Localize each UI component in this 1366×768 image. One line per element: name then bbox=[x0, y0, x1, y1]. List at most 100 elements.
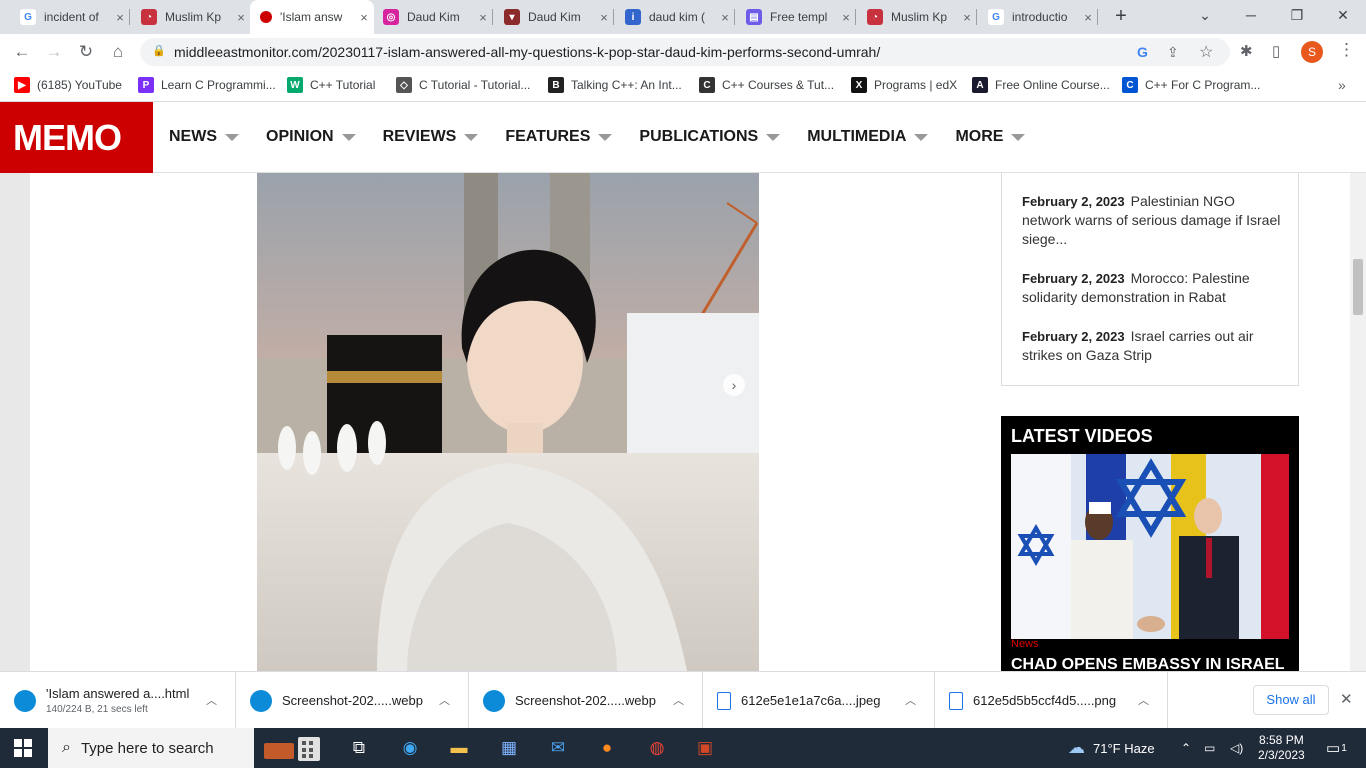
notifications-icon[interactable]: ▭ 1 bbox=[1326, 728, 1347, 768]
menu-icon[interactable]: ⋮ bbox=[1338, 40, 1355, 60]
news-item[interactable]: February 2, 2023 Israel carries out air s… bbox=[1022, 327, 1282, 365]
chevron-up-icon[interactable]: ︿ bbox=[206, 692, 217, 708]
chrome-taskbar-icon[interactable]: ◍ bbox=[644, 735, 670, 761]
back-button[interactable]: ← bbox=[10, 40, 34, 64]
video-thumbnail[interactable] bbox=[1011, 454, 1289, 639]
bookmark-item[interactable]: X Programs | edX bbox=[851, 77, 957, 93]
bookmark-item[interactable]: P Learn C Programmi... bbox=[138, 77, 276, 93]
nav-label[interactable]: MORE bbox=[955, 128, 1003, 146]
news-item[interactable]: February 2, 2023 Palestinian NGO network … bbox=[1022, 192, 1282, 249]
more-bookmarks-icon[interactable]: » bbox=[1338, 77, 1346, 93]
mail-icon[interactable]: ✉ bbox=[545, 735, 571, 761]
download-item[interactable]: 'Islam answered a....html 140/224 B, 21 s… bbox=[0, 672, 236, 729]
tab-4[interactable]: ◎ Daud Kim × bbox=[373, 0, 493, 34]
chevron-up-icon[interactable]: ︿ bbox=[673, 692, 684, 708]
close-tab-icon[interactable]: × bbox=[715, 10, 735, 25]
windows-start-icon[interactable] bbox=[14, 739, 32, 757]
nav-label[interactable]: FEATURES bbox=[505, 128, 590, 146]
new-tab-button[interactable]: + bbox=[1110, 5, 1132, 27]
profile-avatar[interactable]: S bbox=[1301, 41, 1323, 63]
close-downloads-button[interactable]: ✕ bbox=[1340, 690, 1353, 708]
chevron-up-icon[interactable]: ︿ bbox=[905, 692, 916, 708]
close-tab-icon[interactable]: × bbox=[1078, 10, 1098, 25]
edge-taskbar-icon[interactable]: ◉ bbox=[397, 735, 423, 761]
store-icon[interactable]: ▦ bbox=[496, 735, 522, 761]
nav-label[interactable]: REVIEWS bbox=[383, 128, 457, 146]
download-filename[interactable]: 'Islam answered a....html bbox=[46, 686, 189, 701]
bookmark-label[interactable]: Learn C Programmi... bbox=[161, 78, 276, 92]
network-icon[interactable]: ▭ bbox=[1204, 728, 1215, 768]
close-tab-icon[interactable]: × bbox=[836, 10, 856, 25]
close-window-button[interactable]: ✕ bbox=[1320, 0, 1366, 30]
nav-reviews[interactable]: REVIEWS bbox=[383, 128, 479, 146]
nav-opinion[interactable]: OPINION bbox=[266, 128, 356, 146]
bookmark-label[interactable]: C++ Courses & Tut... bbox=[722, 78, 834, 92]
download-item[interactable]: 612e5d5b5ccf4d5.....png ︿ bbox=[935, 672, 1168, 729]
tab-1[interactable]: Gincident of × bbox=[10, 0, 130, 34]
bookmark-item[interactable]: ◇ C Tutorial - Tutorial... bbox=[396, 77, 530, 93]
url-text[interactable]: middleeastmonitor.com/20230117-islam-ans… bbox=[174, 44, 880, 60]
close-tab-icon[interactable]: × bbox=[231, 10, 251, 25]
volume-icon[interactable]: ◁) bbox=[1230, 728, 1243, 768]
bookmark-label[interactable]: (6185) YouTube bbox=[37, 78, 122, 92]
close-tab-icon[interactable]: × bbox=[473, 10, 493, 25]
weather-widget[interactable]: ☁ 71°F Haze bbox=[1068, 728, 1155, 768]
video-title[interactable]: CHAD OPENS EMBASSY IN ISRAEL bbox=[1011, 656, 1285, 671]
close-tab-icon[interactable]: × bbox=[354, 10, 374, 25]
bookmark-label[interactable]: Talking C++: An Int... bbox=[571, 78, 682, 92]
restore-button[interactable]: ❐ bbox=[1274, 0, 1320, 30]
bookmark-label[interactable]: Free Online Course... bbox=[995, 78, 1110, 92]
bookmark-label[interactable]: C Tutorial - Tutorial... bbox=[419, 78, 530, 92]
bookmark-label[interactable]: C++ For C Program... bbox=[1145, 78, 1260, 92]
video-category[interactable]: News bbox=[1011, 638, 1039, 650]
share-icon[interactable]: ⇪ bbox=[1167, 44, 1179, 61]
bookmark-label[interactable]: C++ Tutorial bbox=[310, 78, 375, 92]
tab-7[interactable]: ▤ Free templ × bbox=[736, 0, 856, 34]
nav-publications[interactable]: PUBLICATIONS bbox=[639, 128, 781, 146]
slider-next-button[interactable]: › bbox=[723, 374, 745, 396]
firefox-icon[interactable]: ● bbox=[594, 735, 620, 761]
nav-label[interactable]: PUBLICATIONS bbox=[639, 128, 758, 146]
memo-logo[interactable]: MEMO bbox=[0, 102, 153, 173]
close-tab-icon[interactable]: × bbox=[110, 10, 130, 25]
side-panel-icon[interactable]: ▯ bbox=[1272, 42, 1280, 60]
nav-multimedia[interactable]: MULTIMEDIA bbox=[807, 128, 929, 146]
bookmark-item[interactable]: B Talking C++: An Int... bbox=[548, 77, 682, 93]
extensions-icon[interactable]: ✱ bbox=[1240, 42, 1253, 60]
tab-2[interactable]: ◔ Muslim Kp × bbox=[131, 0, 251, 34]
download-filename[interactable]: Screenshot-202.....webp bbox=[282, 693, 423, 708]
bookmark-item[interactable]: C C++ Courses & Tut... bbox=[699, 77, 834, 93]
address-bar[interactable]: 🔒 middleeastmonitor.com/20230117-islam-a… bbox=[140, 38, 1230, 66]
bookmark-item[interactable]: ▶ (6185) YouTube bbox=[14, 77, 122, 93]
chevron-down-icon[interactable] bbox=[1011, 133, 1026, 141]
download-item[interactable]: Screenshot-202.....webp ︿ bbox=[236, 672, 469, 729]
bookmark-item[interactable]: W C++ Tutorial bbox=[287, 77, 375, 93]
scrollbar-thumb[interactable] bbox=[1353, 259, 1363, 315]
bookmark-label[interactable]: Programs | edX bbox=[874, 78, 957, 92]
nav-more[interactable]: MORE bbox=[955, 128, 1026, 146]
chevron-up-icon[interactable]: ︿ bbox=[1138, 692, 1149, 708]
tab-6[interactable]: i daud kim (× bbox=[615, 0, 735, 34]
news-widget-icon[interactable] bbox=[262, 735, 324, 761]
tray-chevron-icon[interactable]: ⌃ bbox=[1181, 728, 1191, 768]
reload-button[interactable]: ↻ bbox=[74, 40, 98, 64]
task-view-icon[interactable]: ⧉ bbox=[346, 735, 372, 761]
weather-text[interactable]: 71°F Haze bbox=[1093, 741, 1155, 756]
powerpoint-icon[interactable]: ▣ bbox=[692, 735, 718, 761]
nav-features[interactable]: FEATURES bbox=[505, 128, 613, 146]
chevron-down-icon[interactable] bbox=[464, 133, 479, 141]
tab-search-button[interactable]: ⌄ bbox=[1182, 0, 1228, 30]
page-scrollbar[interactable] bbox=[1350, 173, 1366, 671]
chevron-down-icon[interactable] bbox=[914, 133, 929, 141]
download-filename[interactable]: 612e5e1e1a7c6a....jpeg bbox=[741, 693, 881, 708]
lock-icon[interactable]: 🔒 bbox=[152, 44, 166, 57]
download-item[interactable]: Screenshot-202.....webp ︿ bbox=[469, 672, 703, 729]
bookmark-item[interactable]: A Free Online Course... bbox=[972, 77, 1110, 93]
chevron-down-icon[interactable] bbox=[341, 133, 356, 141]
bookmark-star-icon[interactable]: ☆ bbox=[1199, 42, 1213, 62]
bookmark-item[interactable]: C C++ For C Program... bbox=[1122, 77, 1260, 93]
tab-9[interactable]: Gintroductio × bbox=[978, 0, 1098, 34]
clock[interactable]: 8:58 PM 2/3/2023 bbox=[1258, 728, 1305, 768]
show-all-downloads-button[interactable]: Show all bbox=[1253, 685, 1329, 715]
download-item[interactable]: 612e5e1e1a7c6a....jpeg ︿ bbox=[703, 672, 935, 729]
